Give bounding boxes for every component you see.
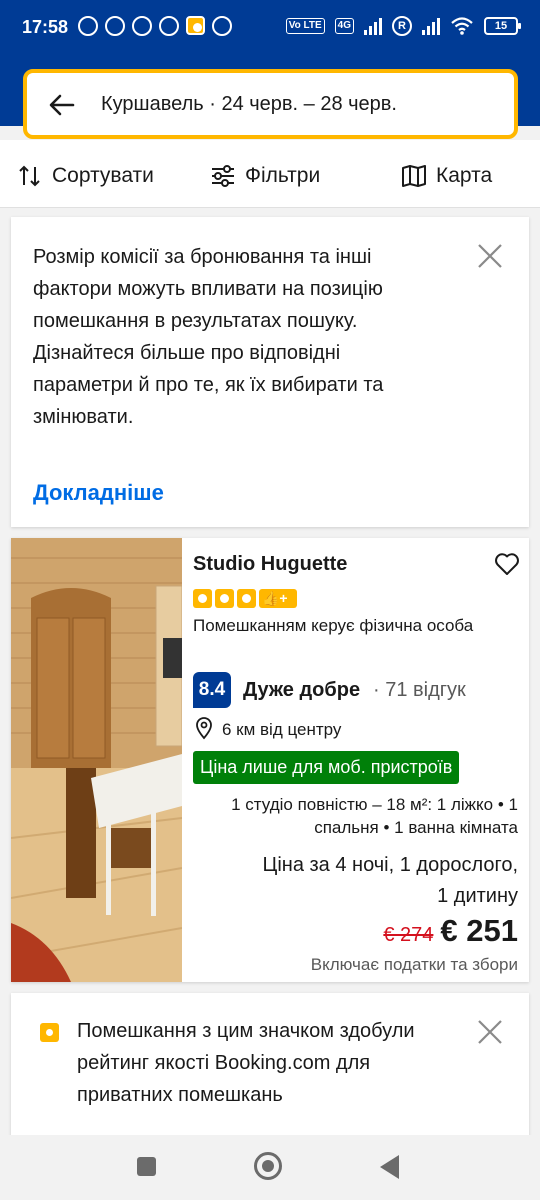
quality-badge-text: Помешкання з цим значком здобули рейтинг… bbox=[77, 1020, 415, 1106]
map-icon bbox=[402, 165, 426, 187]
thumbs-up-plus-icon: 👍+ bbox=[259, 589, 297, 608]
old-price: € 274 bbox=[383, 924, 434, 946]
network-type-icon: 4G bbox=[334, 18, 354, 34]
quality-badge-icon bbox=[40, 1023, 59, 1042]
alarm-icon bbox=[105, 16, 125, 36]
status-time: 17:58 bbox=[22, 17, 69, 37]
rating-square-icon bbox=[193, 589, 212, 608]
silent-icon bbox=[78, 16, 98, 36]
viber-icon bbox=[159, 16, 179, 36]
system-back-button[interactable] bbox=[380, 1155, 399, 1179]
sort-icon bbox=[19, 165, 40, 187]
property-name[interactable]: Studio Huguette bbox=[193, 553, 347, 576]
current-price: € 251 bbox=[440, 913, 518, 948]
taxes-note: Включає податки та збори bbox=[310, 955, 518, 974]
search-summary-box[interactable]: Куршавель · 24 черв. – 28 черв. bbox=[23, 69, 518, 139]
review-count: · 71 відгук bbox=[373, 679, 466, 701]
quality-rating-squares: 👍+ bbox=[193, 589, 297, 608]
sort-label: Сортувати bbox=[52, 164, 154, 187]
roaming-icon: R bbox=[392, 16, 412, 36]
room-description: 1 студіо повністю – 18 м²: 1 ліжко • 1 с… bbox=[231, 795, 518, 837]
battery-icon: 15 bbox=[484, 17, 521, 35]
close-icon[interactable] bbox=[477, 243, 503, 269]
map-label: Карта bbox=[436, 164, 493, 187]
rating-square-icon bbox=[237, 589, 256, 608]
filters-label: Фільтри bbox=[245, 164, 321, 187]
filters-icon bbox=[212, 165, 234, 187]
location-pin-icon bbox=[196, 717, 212, 740]
headphones-icon bbox=[132, 16, 152, 36]
filters-button[interactable]: Фільтри bbox=[210, 163, 320, 189]
signal-icon-2 bbox=[422, 17, 440, 35]
mobile-only-price-badge: Ціна лише для моб. пристроїв bbox=[193, 751, 460, 784]
close-icon[interactable] bbox=[477, 1019, 503, 1045]
price-for-guests: Ціна за 4 ночі, 1 дорослого, 1 дитину bbox=[262, 854, 518, 907]
quality-badge-info-card: Помешкання з цим значком здобули рейтинг… bbox=[11, 993, 529, 1153]
home-button[interactable] bbox=[254, 1152, 282, 1180]
review-score-word: Дуже добре bbox=[243, 679, 361, 701]
property-photo[interactable] bbox=[11, 538, 182, 982]
learn-more-link[interactable]: Докладніше bbox=[33, 480, 164, 506]
chat-icon bbox=[186, 16, 205, 35]
recents-button[interactable] bbox=[137, 1157, 156, 1176]
ranking-notice-card: Розмір комісії за бронювання та інші фак… bbox=[11, 217, 529, 527]
rating-square-icon bbox=[215, 589, 234, 608]
wifi-icon bbox=[451, 17, 473, 35]
host-type-text: Помешканням керує фізична особа bbox=[193, 616, 474, 635]
system-navigation-bar bbox=[0, 1135, 540, 1200]
results-toolbar: Сортувати Фільтри Карта bbox=[0, 140, 540, 208]
notification-icons bbox=[78, 16, 232, 36]
back-arrow-icon[interactable] bbox=[47, 90, 77, 120]
sort-button[interactable]: Сортувати bbox=[17, 163, 154, 189]
signal-icon bbox=[364, 17, 382, 35]
search-summary-text[interactable]: Куршавель · 24 черв. – 28 черв. bbox=[101, 93, 397, 116]
volte-icon: Vo LTE bbox=[285, 18, 325, 34]
property-card[interactable]: Studio Huguette 👍+ Помешканням керує фіз… bbox=[11, 538, 529, 982]
price-row: € 274 € 251 bbox=[383, 913, 518, 949]
favorite-heart-icon[interactable] bbox=[494, 551, 520, 577]
room-photo-illustration bbox=[11, 538, 182, 982]
map-button[interactable]: Карта bbox=[401, 163, 492, 189]
status-bar: 17:58 Vo LTE 4G R 15 bbox=[0, 0, 540, 58]
review-score-badge: 8.4 bbox=[193, 672, 231, 708]
ranking-notice-text: Розмір комісії за бронювання та інші фак… bbox=[33, 246, 384, 428]
whatsapp-icon bbox=[212, 16, 232, 36]
distance-from-center: 6 км від центру bbox=[222, 720, 342, 739]
system-icons: Vo LTE 4G R 15 bbox=[285, 16, 521, 36]
